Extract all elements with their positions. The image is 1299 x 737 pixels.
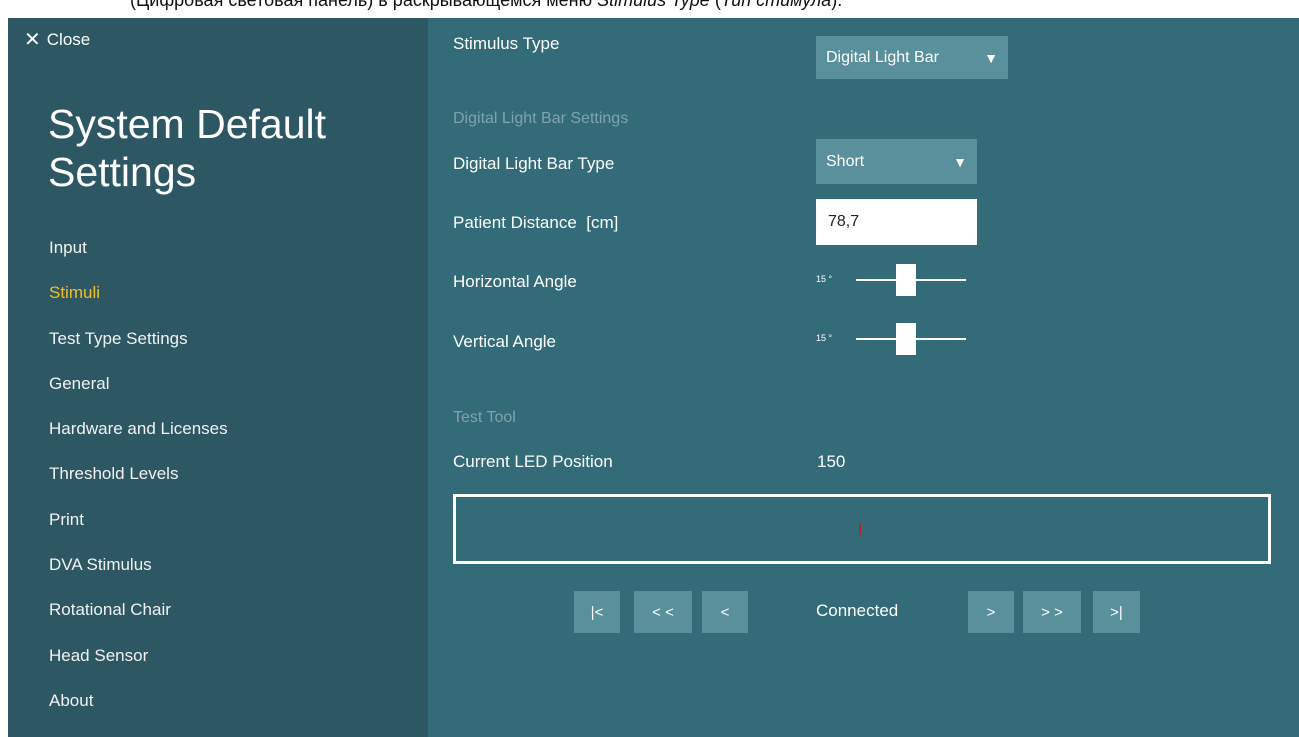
connection-status: Connected [816, 601, 899, 620]
chevron-down-icon: ▼ [984, 49, 998, 66]
led-bar-display [453, 494, 1271, 564]
chevron-down-icon: ▼ [953, 153, 967, 170]
document-caption: (Цифровая световая панель) в раскрывающе… [130, 0, 843, 10]
vertical-angle-slider[interactable]: 15 ° [816, 321, 986, 357]
stimulus-type-dropdown[interactable]: Digital Light Bar ▼ [816, 36, 1008, 79]
vertical-angle-label: Vertical Angle [453, 332, 557, 351]
sidebar-item-test-type-settings[interactable]: Test Type Settings [49, 325, 228, 370]
sidebar-item-hardware-and-licenses[interactable]: Hardware and Licenses [49, 415, 228, 460]
vertical-angle-value: 15 ° [816, 333, 833, 343]
horizontal-angle-value: 15 ° [816, 274, 833, 284]
test-tool-heading: Test Tool [453, 409, 516, 426]
sidebar-nav: Input Stimuli Test Type Settings General… [49, 234, 228, 732]
dlb-type-label: Digital Light Bar Type [453, 154, 615, 173]
sidebar-item-rotational-chair[interactable]: Rotational Chair [49, 596, 228, 641]
sidebar-item-head-sensor[interactable]: Head Sensor [49, 642, 228, 687]
sidebar-item-threshold-levels[interactable]: Threshold Levels [49, 460, 228, 505]
patient-distance-unit: [cm] [586, 213, 619, 232]
close-button[interactable]: ✕ Close [24, 30, 90, 50]
forward-button[interactable]: > [968, 591, 1014, 633]
slider-thumb[interactable] [896, 323, 916, 355]
sidebar-item-print[interactable]: Print [49, 506, 228, 551]
current-led-label: Current LED Position [453, 452, 613, 471]
back-button[interactable]: < [702, 591, 748, 633]
fast-back-button[interactable]: < < [634, 591, 692, 633]
last-led-button[interactable]: >| [1093, 591, 1140, 633]
dlb-settings-heading: Digital Light Bar Settings [453, 110, 629, 127]
page-title: System Default Settings [48, 101, 326, 195]
patient-distance-input[interactable] [816, 199, 977, 245]
led-position-marker [859, 523, 861, 535]
stimulus-type-value: Digital Light Bar [826, 48, 939, 66]
stimulus-type-label: Stimulus Type [453, 34, 560, 53]
close-icon: ✕ [24, 29, 41, 51]
current-led-value: 150 [817, 452, 846, 471]
horizontal-angle-label: Horizontal Angle [453, 272, 577, 291]
slider-thumb[interactable] [896, 264, 916, 296]
sidebar-item-input[interactable]: Input [49, 234, 228, 279]
fast-forward-button[interactable]: > > [1023, 591, 1081, 633]
close-label: Close [46, 30, 91, 49]
first-led-button[interactable]: |< [574, 591, 620, 633]
sidebar-item-about[interactable]: About [49, 687, 228, 732]
horizontal-angle-slider[interactable]: 15 ° [816, 262, 986, 298]
dlb-type-dropdown[interactable]: Short ▼ [816, 139, 977, 184]
sidebar-item-general[interactable]: General [49, 370, 228, 415]
settings-panel: Stimulus Type Digital Light Bar ▼ Digita… [428, 18, 1299, 737]
sidebar-item-stimuli[interactable]: Stimuli [49, 279, 228, 324]
dlb-type-value: Short [826, 152, 865, 170]
sidebar: ✕ Close System Default Settings Input St… [8, 18, 428, 737]
sidebar-item-dva-stimulus[interactable]: DVA Stimulus [49, 551, 228, 596]
patient-distance-label: Patient Distance [cm] [453, 213, 619, 232]
